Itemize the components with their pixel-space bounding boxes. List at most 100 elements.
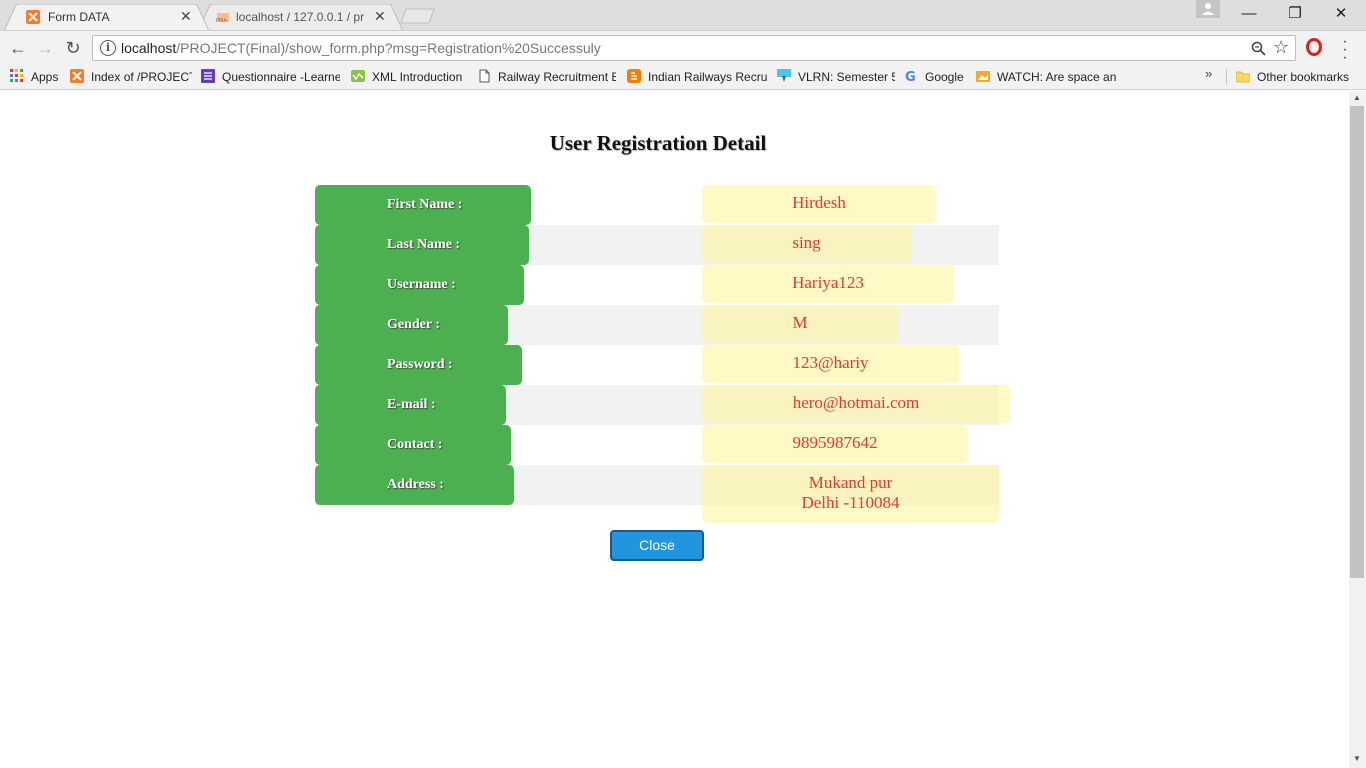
field-value-cell: hero@hotmai.com [702, 385, 1010, 423]
tab-strip: PMA localhost / 127.0.0.1 / pr ✕ Form DA… [0, 0, 1366, 31]
detail-row-gender: Gender : M [315, 305, 999, 345]
reload-icon[interactable]: ↻ [62, 37, 84, 59]
w3-icon [351, 70, 365, 82]
bookmark-questionnaire[interactable]: Questionnaire -Learne [201, 68, 340, 86]
field-label-cell: Password : [315, 345, 522, 385]
more-bookmarks-chevron-icon[interactable]: » [1205, 66, 1212, 81]
field-label: E-mail : [387, 397, 436, 412]
bookmark-label: WATCH: Are space and [997, 70, 1116, 84]
field-label-cell: E-mail : [315, 385, 506, 425]
field-value: Hariya123 [792, 273, 864, 292]
detail-row-email: E-mail : hero@hotmai.com [315, 385, 1010, 425]
field-label-cell: Last Name : [315, 225, 529, 265]
info-icon[interactable]: i [100, 40, 116, 56]
detail-row-address: Address : Mukand pur Delhi -110084 [315, 465, 999, 523]
restore-button[interactable]: ❐ [1272, 4, 1318, 24]
apps-grid-icon [10, 69, 23, 82]
field-value: 123@hariy [792, 353, 869, 372]
field-value-cell: M [702, 305, 898, 343]
field-value: Hirdesh [792, 193, 846, 212]
field-value-cell: Hariya123 [702, 265, 954, 303]
list-icon [201, 69, 215, 83]
field-value-address: Mukand pur Delhi -110084 [702, 465, 999, 513]
bookmark-label: Indian Railways Recru [648, 70, 767, 84]
address-bar[interactable]: i localhost/PROJECT(Final)/show_form.php… [92, 35, 1296, 61]
bookmark-indian-railways[interactable]: Indian Railways Recru [627, 68, 767, 86]
url-path: /PROJECT(Final)/show_form.php?msg=Regist… [176, 40, 601, 56]
profile-icon[interactable] [1196, 0, 1220, 18]
xampp-icon [70, 69, 84, 83]
field-label: Username : [387, 277, 456, 292]
field-value: M [792, 313, 808, 332]
bookmark-railway-recruitment[interactable]: Railway Recruitment E [477, 68, 616, 86]
field-value-cell: sing [702, 225, 911, 263]
bookmark-label: XML Introduction [372, 70, 463, 84]
bookmark-vlrn[interactable]: VLRN: Semester 5 [777, 68, 895, 86]
bookmark-label: Questionnaire -Learne [222, 70, 340, 84]
forward-arrow-icon[interactable]: → [34, 37, 56, 59]
field-value-cell: Hirdesh [702, 185, 936, 223]
detail-row-username: Username : Hariya123 [315, 265, 999, 305]
folder-image-icon [976, 71, 990, 82]
xampp-icon [26, 10, 40, 24]
tab-title: Form DATA [48, 10, 110, 24]
zoom-icon[interactable] [1251, 41, 1266, 56]
close-tab-icon[interactable]: ✕ [374, 9, 386, 23]
window-close-button[interactable]: ✕ [1318, 4, 1364, 24]
bookmark-apps[interactable]: Apps [10, 68, 62, 86]
field-value: hero@hotmai.com [792, 393, 920, 412]
browser-toolbar: ← → ↻ i localhost/PROJECT(Final)/show_fo… [0, 30, 1366, 66]
field-label: Contact : [387, 437, 443, 452]
field-label: First Name : [387, 197, 463, 212]
bookmark-index-of-project[interactable]: Index of /PROJECT [70, 68, 192, 86]
bookmark-google[interactable]: G Google [904, 68, 968, 86]
tab-title: localhost / 127.0.0.1 / pr [236, 10, 365, 24]
scroll-up-arrow-icon[interactable]: ▲ [1353, 93, 1361, 102]
bookmark-watch[interactable]: WATCH: Are space and [976, 68, 1116, 86]
svg-text:PMA: PMA [216, 18, 227, 24]
bookmark-star-icon[interactable]: ☆ [1273, 37, 1289, 58]
bookmark-xml-introduction[interactable]: XML Introduction [351, 68, 469, 86]
bookmark-label: VLRN: Semester 5 [798, 70, 895, 84]
menu-icon[interactable]: · · · [1340, 34, 1350, 66]
field-value: 9895987642 [792, 433, 878, 452]
google-icon: G [905, 70, 916, 83]
field-label-cell: First Name : [315, 185, 531, 225]
vlrn-icon [777, 69, 791, 82]
tab-phpmyadmin[interactable]: PMA localhost / 127.0.0.1 / pr ✕ [198, 4, 404, 31]
field-label: Gender : [387, 317, 441, 332]
field-value: sing [792, 233, 821, 252]
field-label: Address : [387, 477, 444, 492]
url-host: localhost [121, 40, 177, 56]
vertical-scrollbar[interactable]: ▲ ▼ [1349, 91, 1366, 768]
close-button[interactable]: Close [610, 530, 704, 561]
bookmark-label: Google [925, 70, 964, 84]
field-value-cell: 9895987642 [702, 425, 968, 463]
field-label-cell: Address : [315, 465, 514, 505]
detail-row-last-name: Last Name : sing [315, 225, 999, 265]
address-line-1: Mukand pur [808, 473, 893, 492]
svg-text:G: G [905, 70, 916, 83]
scroll-down-arrow-icon[interactable]: ▼ [1353, 754, 1361, 763]
blogger-icon [627, 69, 641, 83]
bookmark-label: Index of /PROJECT [91, 70, 192, 84]
url-text[interactable]: localhost/PROJECT(Final)/show_form.php?m… [121, 40, 601, 56]
field-label-cell: Gender : [315, 305, 508, 345]
detail-row-password: Password : 123@hariy [315, 345, 999, 385]
minimize-button[interactable]: — [1226, 4, 1272, 24]
scrollbar-thumb[interactable] [1350, 106, 1364, 578]
tab-form-data[interactable]: Form DATA ✕ [4, 4, 210, 31]
folder-icon [1236, 71, 1250, 83]
bookmarks-bar: Apps Index of /PROJECT Questionnaire -Le… [0, 64, 1366, 90]
address-line-2: Delhi -110084 [801, 493, 900, 512]
back-arrow-icon[interactable]: ← [7, 37, 29, 59]
new-tab-button[interactable] [400, 8, 436, 24]
bookmark-other[interactable]: Other bookmarks [1236, 68, 1356, 86]
close-tab-icon[interactable]: ✕ [180, 9, 192, 23]
opera-extension-icon[interactable] [1306, 38, 1322, 56]
bookmark-label: Railway Recruitment E [498, 70, 616, 84]
bookmark-label: Other bookmarks [1257, 70, 1350, 84]
field-value-cell: Mukand pur Delhi -110084 [702, 465, 999, 523]
field-label-cell: Contact : [315, 425, 511, 465]
bookmark-label: Apps [31, 70, 59, 84]
